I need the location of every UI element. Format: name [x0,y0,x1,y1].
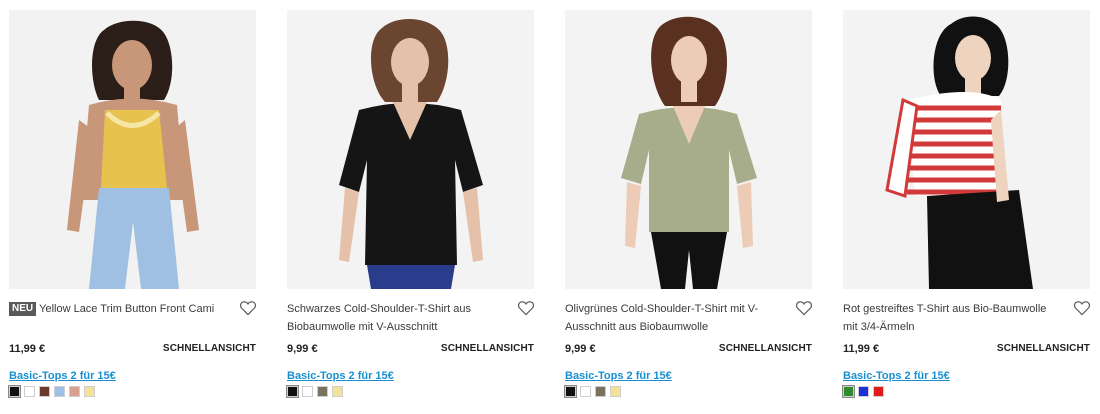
color-swatch[interactable] [873,386,884,397]
product-title[interactable]: Olivgrünes Cold-Shoulder-T-Shirt mit V-A… [565,300,783,336]
color-swatch[interactable] [858,386,869,397]
model-photo-black-tee [287,10,534,289]
product-price: 9,99 € [565,343,596,355]
quick-view-button[interactable]: SCHNELLANSICHT [719,343,812,354]
promo-link[interactable]: Basic-Tops 2 für 15€ [565,370,672,382]
product-card[interactable]: Schwarzes Cold-Shoulder-T-Shirt aus Biob… [286,10,535,410]
product-title[interactable]: Schwarzes Cold-Shoulder-T-Shirt aus Biob… [287,300,505,336]
product-card[interactable]: NEU Yellow Lace Trim Button Front Cami 11… [8,10,257,410]
color-swatches [564,385,621,398]
promo-link[interactable]: Basic-Tops 2 für 15€ [9,370,116,382]
quick-view-button[interactable]: SCHNELLANSICHT [441,343,534,354]
color-swatch[interactable] [39,386,50,397]
product-image[interactable] [287,10,534,289]
product-price: 11,99 € [843,343,880,355]
wishlist-heart-icon[interactable] [517,300,535,316]
product-grid: NEU Yellow Lace Trim Button Front Cami 11… [0,0,1100,414]
product-title[interactable]: Rot gestreiftes T-Shirt aus Bio-Baumwoll… [843,300,1061,336]
product-title-text[interactable]: Schwarzes Cold-Shoulder-T-Shirt aus Biob… [287,303,471,333]
color-swatch[interactable] [580,386,591,397]
promo-link[interactable]: Basic-Tops 2 für 15€ [843,370,950,382]
color-swatch[interactable] [84,386,95,397]
product-title[interactable]: NEU Yellow Lace Trim Button Front Cami [9,300,227,318]
price-row: 11,99 € SCHNELLANSICHT [843,343,1090,359]
new-badge: NEU [9,302,37,316]
product-title-text[interactable]: Rot gestreiftes T-Shirt aus Bio-Baumwoll… [843,303,1046,333]
price-row: 9,99 € SCHNELLANSICHT [565,343,812,359]
product-image[interactable] [565,10,812,289]
color-swatch[interactable] [332,386,343,397]
color-swatches [842,385,884,398]
color-swatch[interactable] [595,386,606,397]
product-title-text[interactable]: Olivgrünes Cold-Shoulder-T-Shirt mit V-A… [565,303,758,333]
color-swatches [286,385,343,398]
color-swatch[interactable] [54,386,65,397]
quick-view-button[interactable]: SCHNELLANSICHT [997,343,1090,354]
color-swatch[interactable] [24,386,35,397]
wishlist-heart-icon[interactable] [239,300,257,316]
color-swatch[interactable] [69,386,80,397]
color-swatch[interactable] [564,385,577,398]
product-image[interactable] [9,10,256,289]
wishlist-heart-icon[interactable] [1073,300,1091,316]
color-swatch[interactable] [610,386,621,397]
color-swatch[interactable] [842,385,855,398]
product-title-text[interactable]: Yellow Lace Trim Button Front Cami [39,303,214,315]
model-photo-yellow-cami [9,10,256,289]
product-image[interactable] [843,10,1090,289]
product-card[interactable]: Rot gestreiftes T-Shirt aus Bio-Baumwoll… [842,10,1091,410]
promo-link[interactable]: Basic-Tops 2 für 15€ [287,370,394,382]
model-photo-olive-tee [565,10,812,289]
color-swatch[interactable] [8,385,21,398]
price-row: 9,99 € SCHNELLANSICHT [287,343,534,359]
price-row: 11,99 € SCHNELLANSICHT [9,343,256,359]
color-swatches [8,385,95,398]
color-swatch[interactable] [286,385,299,398]
product-price: 9,99 € [287,343,318,355]
product-price: 11,99 € [9,343,46,355]
color-swatch[interactable] [302,386,313,397]
wishlist-heart-icon[interactable] [795,300,813,316]
product-card[interactable]: Olivgrünes Cold-Shoulder-T-Shirt mit V-A… [564,10,813,410]
color-swatch[interactable] [317,386,328,397]
model-photo-striped-tee [843,10,1090,289]
quick-view-button[interactable]: SCHNELLANSICHT [163,343,256,354]
